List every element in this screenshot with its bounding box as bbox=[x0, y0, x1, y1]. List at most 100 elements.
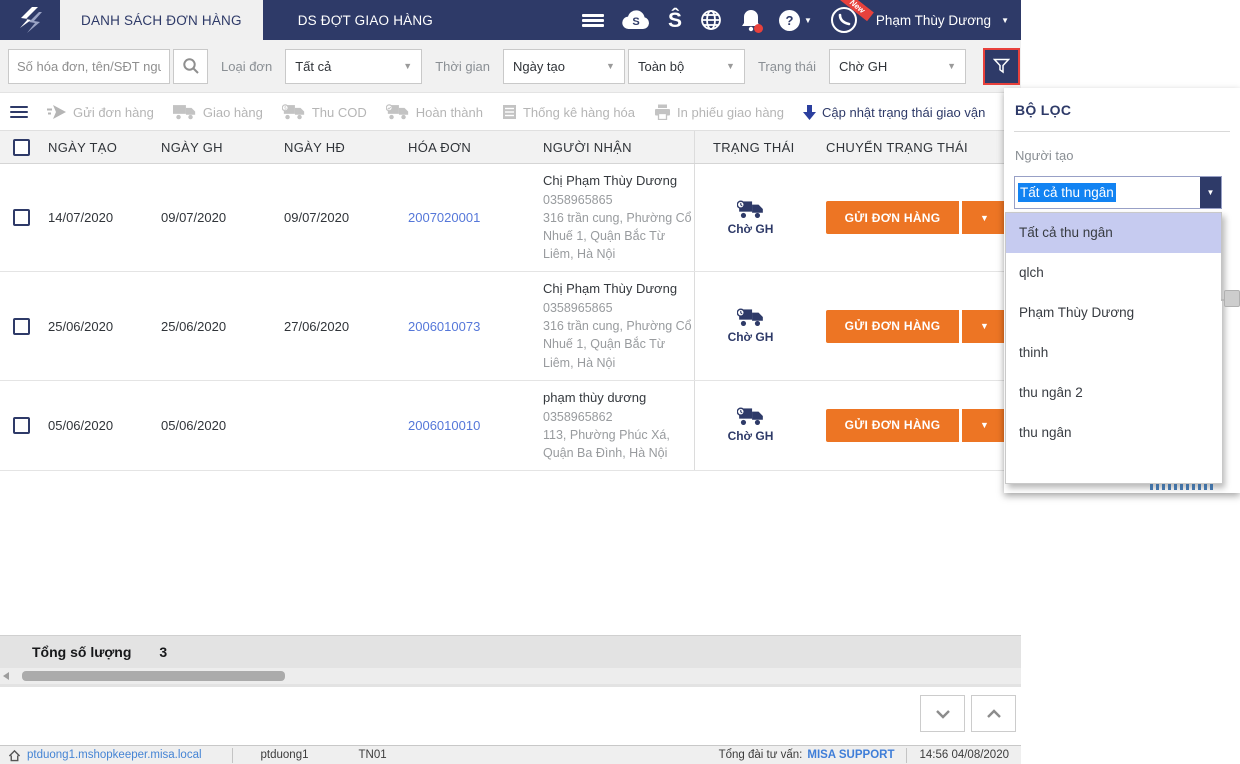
footer-divider bbox=[231, 747, 233, 763]
invoice-number-link[interactable]: 2006010010 bbox=[408, 418, 480, 433]
table-row[interactable]: 14/07/2020 09/07/2020 09/07/2020 2007020… bbox=[0, 164, 1021, 273]
tab-label: DANH SÁCH ĐƠN HÀNG bbox=[81, 12, 242, 28]
dropdown-option[interactable]: Tất cả thu ngân bbox=[1006, 213, 1222, 253]
cloud-sync-icon[interactable]: S bbox=[621, 5, 651, 35]
scroll-up-button[interactable] bbox=[971, 695, 1016, 732]
lightning-s-logo-icon bbox=[20, 7, 42, 33]
table-row[interactable]: 05/06/2020 05/06/2020 2006010010 phạm th… bbox=[0, 380, 1021, 471]
dropdown-scrollbar-thumb[interactable] bbox=[1224, 290, 1240, 307]
deliver-label: Giao hàng bbox=[202, 104, 263, 120]
chevron-down-icon bbox=[935, 709, 950, 719]
status-select[interactable]: Chờ GH ▼ bbox=[829, 48, 967, 84]
dropdown-option[interactable]: thinh bbox=[1006, 333, 1222, 373]
receiver-name: phạm thùy dương bbox=[543, 389, 647, 405]
header-invoice-date[interactable]: NGÀY HĐ bbox=[276, 140, 400, 155]
row-checkbox[interactable] bbox=[13, 209, 30, 227]
chevron-down-icon: ▼ bbox=[606, 61, 615, 71]
search-button[interactable] bbox=[173, 48, 208, 84]
time-range-select[interactable]: Toàn bộ ▼ bbox=[627, 48, 745, 84]
delivery-date: 25/06/2020 bbox=[161, 318, 227, 334]
created-date: 05/06/2020 bbox=[48, 417, 114, 433]
app-logo[interactable] bbox=[0, 0, 60, 40]
obscured-element bbox=[1150, 484, 1216, 490]
chevron-up-icon bbox=[986, 708, 1001, 718]
deliver-button[interactable]: Giao hàng bbox=[172, 104, 263, 120]
header-transition[interactable]: CHUYỂN TRẠNG THÁI bbox=[806, 140, 1021, 155]
support-phone-icon[interactable]: New bbox=[829, 0, 875, 35]
update-shipping-status-button[interactable]: Cập nhật trạng thái giao vận bbox=[803, 104, 986, 120]
combobox-dropdown-button[interactable]: ▼ bbox=[1200, 177, 1221, 208]
invoice-number-link[interactable]: 2006010073 bbox=[408, 319, 480, 334]
send-order-row-button[interactable]: GỬI ĐƠN HÀNG bbox=[826, 201, 959, 235]
tab-danh-sach-don-hang[interactable]: DANH SÁCH ĐƠN HÀNG bbox=[60, 0, 263, 40]
receiver-name: Chị Phạm Thùy Dương bbox=[543, 173, 678, 188]
printer-icon bbox=[655, 104, 671, 120]
summary-bar: Tổng số lượng 3 bbox=[0, 635, 1021, 687]
header-invoice[interactable]: HÓA ĐƠN bbox=[400, 140, 535, 155]
send-order-button[interactable]: Gửi đơn hàng bbox=[47, 105, 154, 120]
receiver-phone: 0358965862 bbox=[543, 409, 613, 424]
update-shipping-status-label: Cập nhật trạng thái giao vận bbox=[822, 104, 986, 120]
filter-panel-button[interactable] bbox=[983, 47, 1020, 85]
funnel-icon bbox=[993, 58, 1010, 74]
scrollbar-thumb[interactable] bbox=[22, 671, 285, 681]
invoice-number-link[interactable]: 2007020001 bbox=[408, 210, 480, 225]
search-input[interactable] bbox=[8, 48, 170, 84]
invoice-date: 09/07/2020 bbox=[284, 210, 350, 226]
chevron-down-icon: ▼ bbox=[726, 61, 735, 71]
toolbar-menu-icon[interactable] bbox=[10, 103, 28, 121]
eshop-icon[interactable]: Ŝ bbox=[668, 5, 682, 35]
help-menu[interactable]: ? ▼ bbox=[778, 5, 812, 35]
creator-combobox[interactable]: Tất cả thu ngân ▼ bbox=[1014, 176, 1222, 209]
send-order-dropdown-button[interactable]: ▼ bbox=[962, 408, 1007, 442]
send-order-row-button[interactable]: GỬI ĐƠN HÀNG bbox=[826, 309, 959, 343]
select-all-checkbox[interactable] bbox=[13, 138, 30, 156]
send-order-dropdown-button[interactable]: ▼ bbox=[962, 309, 1007, 343]
header-created[interactable]: NGÀY TẠO bbox=[40, 140, 153, 155]
scroll-left-arrow-icon[interactable] bbox=[3, 672, 9, 680]
filter-bar: Loại đơn Tất cả ▼ Thời gian Ngày tạo ▼ T… bbox=[0, 40, 1021, 93]
menu-icon[interactable] bbox=[581, 5, 604, 35]
footer-datetime: 14:56 04/08/2020 bbox=[919, 749, 1009, 761]
time-label: Thời gian bbox=[435, 58, 490, 74]
order-type-select[interactable]: Tất cả ▼ bbox=[285, 48, 423, 84]
send-order-row-button[interactable]: GỬI ĐƠN HÀNG bbox=[826, 408, 959, 442]
row-checkbox[interactable] bbox=[13, 416, 30, 434]
dropdown-option[interactable]: qlch bbox=[1006, 253, 1222, 293]
product-stats-button[interactable]: Thống kê hàng hóa bbox=[502, 104, 635, 120]
globe-icon[interactable] bbox=[699, 5, 723, 35]
time-type-select[interactable]: Ngày tạo ▼ bbox=[502, 48, 625, 84]
dropdown-option[interactable]: Phạm Thùy Dương bbox=[1006, 293, 1222, 333]
arrow-down-icon bbox=[803, 104, 817, 120]
tab-ds-dot-giao-hang[interactable]: DS ĐỢT GIAO HÀNG bbox=[277, 0, 454, 40]
header-status[interactable]: TRẠNG THÁI bbox=[694, 131, 806, 163]
complete-label: Hoàn thành bbox=[415, 104, 483, 120]
send-order-dropdown-button[interactable]: ▼ bbox=[962, 201, 1007, 235]
status-footer: ptduong1.mshopkeeper.misa.local ptduong1… bbox=[0, 745, 1021, 764]
chevron-down-icon: ▼ bbox=[1001, 15, 1009, 25]
complete-button[interactable]: Hoàn thành bbox=[385, 104, 483, 120]
user-menu[interactable]: Phạm Thùy Dương ▼ bbox=[876, 5, 1009, 35]
horizontal-scrollbar[interactable] bbox=[0, 668, 1021, 684]
dropdown-option[interactable]: thu ngân 2 bbox=[1006, 373, 1222, 413]
creator-label: Người tạo bbox=[1015, 148, 1074, 163]
receiver-address: 316 trần cung, Phường Cổ Nhuế 1, Quận Bắ… bbox=[543, 319, 692, 370]
header-receiver[interactable]: NGƯỜI NHẬN bbox=[535, 140, 694, 155]
table-row[interactable]: 25/06/2020 25/06/2020 27/06/2020 2006010… bbox=[0, 272, 1021, 381]
collect-cod-button[interactable]: $ Thu COD bbox=[281, 104, 367, 120]
header-delivery-date[interactable]: NGÀY GH bbox=[153, 140, 276, 155]
support-link[interactable]: MISA SUPPORT bbox=[807, 749, 894, 761]
total-count-value: 3 bbox=[159, 644, 168, 660]
home-icon bbox=[8, 749, 21, 761]
scroll-down-button[interactable] bbox=[920, 695, 965, 732]
site-url-link[interactable]: ptduong1.mshopkeeper.misa.local bbox=[27, 749, 202, 761]
truck-icon bbox=[172, 105, 195, 120]
truck-waiting-icon bbox=[736, 200, 763, 218]
receiver-address: 316 trần cung, Phường Cổ Nhuế 1, Quận Bắ… bbox=[543, 210, 692, 262]
list-table-icon bbox=[502, 105, 516, 119]
notification-bell-icon[interactable] bbox=[740, 5, 763, 35]
row-checkbox[interactable] bbox=[13, 317, 30, 335]
dropdown-option[interactable]: thu ngân bbox=[1006, 413, 1222, 453]
print-delivery-slip-button[interactable]: In phiếu giao hàng bbox=[654, 104, 784, 120]
truck-cod-icon: $ bbox=[281, 104, 304, 120]
